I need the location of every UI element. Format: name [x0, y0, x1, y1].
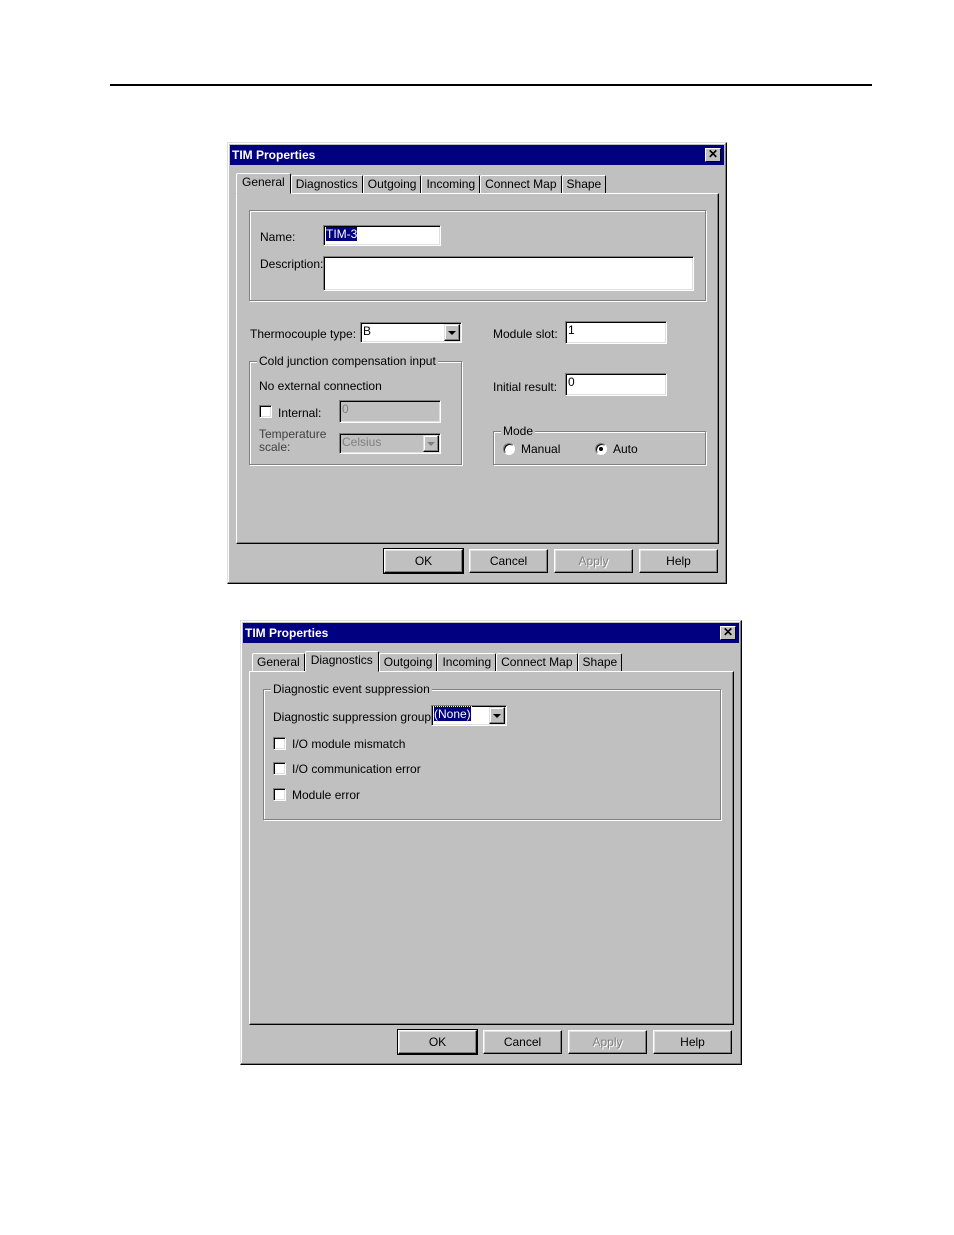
module-slot-label: Module slot: [493, 327, 558, 341]
tab-strip: General Diagnostics Outgoing Incoming Co… [252, 649, 623, 672]
tab-shape[interactable]: Shape [561, 175, 607, 193]
help-button[interactable]: Help [639, 549, 718, 573]
cancel-button[interactable]: Cancel [483, 1030, 562, 1054]
temperature-scale-select[interactable]: Celsius [339, 433, 441, 454]
tim-properties-dialog-general: TIM Properties ✕ General Diagnostics Out… [227, 142, 727, 584]
mode-group-label: Mode [501, 424, 536, 438]
name-field-value: TIM-3 [326, 227, 358, 241]
radio-selected-dot [599, 447, 603, 451]
page-header-rule [110, 84, 872, 86]
title-bar: TIM Properties ✕ [243, 623, 739, 643]
suppression-group-value: (None) [433, 706, 472, 722]
tab-panel-diagnostics: Diagnostic event suppression Diagnostic … [249, 671, 734, 1025]
close-icon: ✕ [707, 147, 719, 161]
chevron-down-icon [493, 713, 501, 718]
initial-result-label: Initial result: [493, 380, 558, 394]
cjc-status-text: No external connection [259, 379, 382, 393]
thermocouple-type-value: B [363, 324, 372, 338]
tim-properties-dialog-diagnostics: TIM Properties ✕ General Diagnostics Out… [240, 620, 742, 1065]
ok-button[interactable]: OK [383, 548, 464, 574]
dialog-title: TIM Properties [232, 148, 316, 162]
tab-outgoing[interactable]: Outgoing [378, 653, 438, 671]
name-field[interactable]: TIM-3 [323, 225, 441, 246]
cancel-button[interactable]: Cancel [469, 549, 548, 573]
description-label: Description: [260, 257, 324, 271]
diagnostic-event-suppression-label: Diagnostic event suppression [271, 682, 432, 696]
name-description-group: Name: TIM-3 Description: [249, 210, 706, 301]
internal-label: Internal: [278, 406, 322, 420]
mode-manual-label: Manual [521, 442, 561, 456]
thermocouple-type-label: Thermocouple type: [250, 327, 357, 341]
help-button[interactable]: Help [653, 1030, 732, 1054]
io-communication-error-checkbox[interactable] [273, 762, 286, 775]
temperature-scale-label: Temperature scale: [259, 428, 326, 454]
initial-result-field[interactable]: 0 [565, 373, 667, 396]
tab-connect-map[interactable]: Connect Map [480, 175, 562, 193]
tab-diagnostics[interactable]: Diagnostics [304, 651, 379, 672]
tab-diagnostics[interactable]: Diagnostics [290, 175, 363, 193]
mode-auto-label: Auto [613, 442, 638, 456]
tab-shape[interactable]: Shape [577, 653, 623, 671]
suppression-group-label: Diagnostic suppression group: [273, 710, 435, 724]
io-communication-error-label: I/O communication error [292, 762, 421, 776]
apply-button[interactable]: Apply [568, 1030, 647, 1054]
close-button[interactable]: ✕ [705, 148, 721, 162]
tab-general[interactable]: General [236, 173, 291, 194]
apply-button[interactable]: Apply [554, 549, 633, 573]
temperature-scale-dropdown-button[interactable] [423, 435, 439, 452]
mode-auto-radio[interactable] [595, 443, 607, 455]
mode-manual-radio[interactable] [503, 443, 515, 455]
io-module-mismatch-label: I/O module mismatch [292, 737, 406, 751]
internal-value-field[interactable]: 0 [339, 400, 441, 423]
tab-general[interactable]: General [252, 653, 305, 671]
thermocouple-dropdown-button[interactable] [444, 324, 460, 341]
tab-panel-general: Name: TIM-3 Description: Thermocouple ty… [236, 193, 719, 544]
chevron-down-icon [448, 330, 456, 335]
module-error-checkbox[interactable] [273, 788, 286, 801]
tab-outgoing[interactable]: Outgoing [362, 175, 422, 193]
temperature-scale-label-line2: scale: [259, 440, 291, 454]
dialog-title: TIM Properties [245, 626, 329, 640]
cold-junction-group-label: Cold junction compensation input [257, 354, 438, 368]
ok-button[interactable]: OK [397, 1029, 478, 1055]
module-error-label: Module error [292, 788, 361, 802]
suppression-group-select[interactable]: (None) [431, 705, 507, 726]
cold-junction-group: Cold junction compensation input No exte… [249, 354, 462, 465]
tab-incoming[interactable]: Incoming [421, 175, 481, 193]
chevron-down-icon [427, 441, 435, 446]
io-module-mismatch-checkbox[interactable] [273, 737, 286, 750]
name-label: Name: [260, 230, 296, 244]
close-button[interactable]: ✕ [720, 626, 736, 640]
tab-connect-map[interactable]: Connect Map [496, 653, 578, 671]
title-bar: TIM Properties ✕ [230, 145, 724, 165]
module-slot-field[interactable]: 1 [565, 321, 667, 344]
mode-group: Mode Manual Auto [493, 424, 706, 465]
diagnostic-event-suppression-group: Diagnostic event suppression Diagnostic … [263, 682, 721, 820]
description-field[interactable] [323, 256, 694, 291]
temperature-scale-value: Celsius [342, 435, 382, 449]
suppression-group-dropdown-button[interactable] [489, 707, 505, 724]
tab-incoming[interactable]: Incoming [437, 653, 497, 671]
tab-strip: General Diagnostics Outgoing Incoming Co… [236, 171, 607, 194]
internal-checkbox[interactable] [259, 405, 272, 418]
close-icon: ✕ [722, 625, 734, 639]
thermocouple-type-select[interactable]: B [360, 322, 462, 343]
